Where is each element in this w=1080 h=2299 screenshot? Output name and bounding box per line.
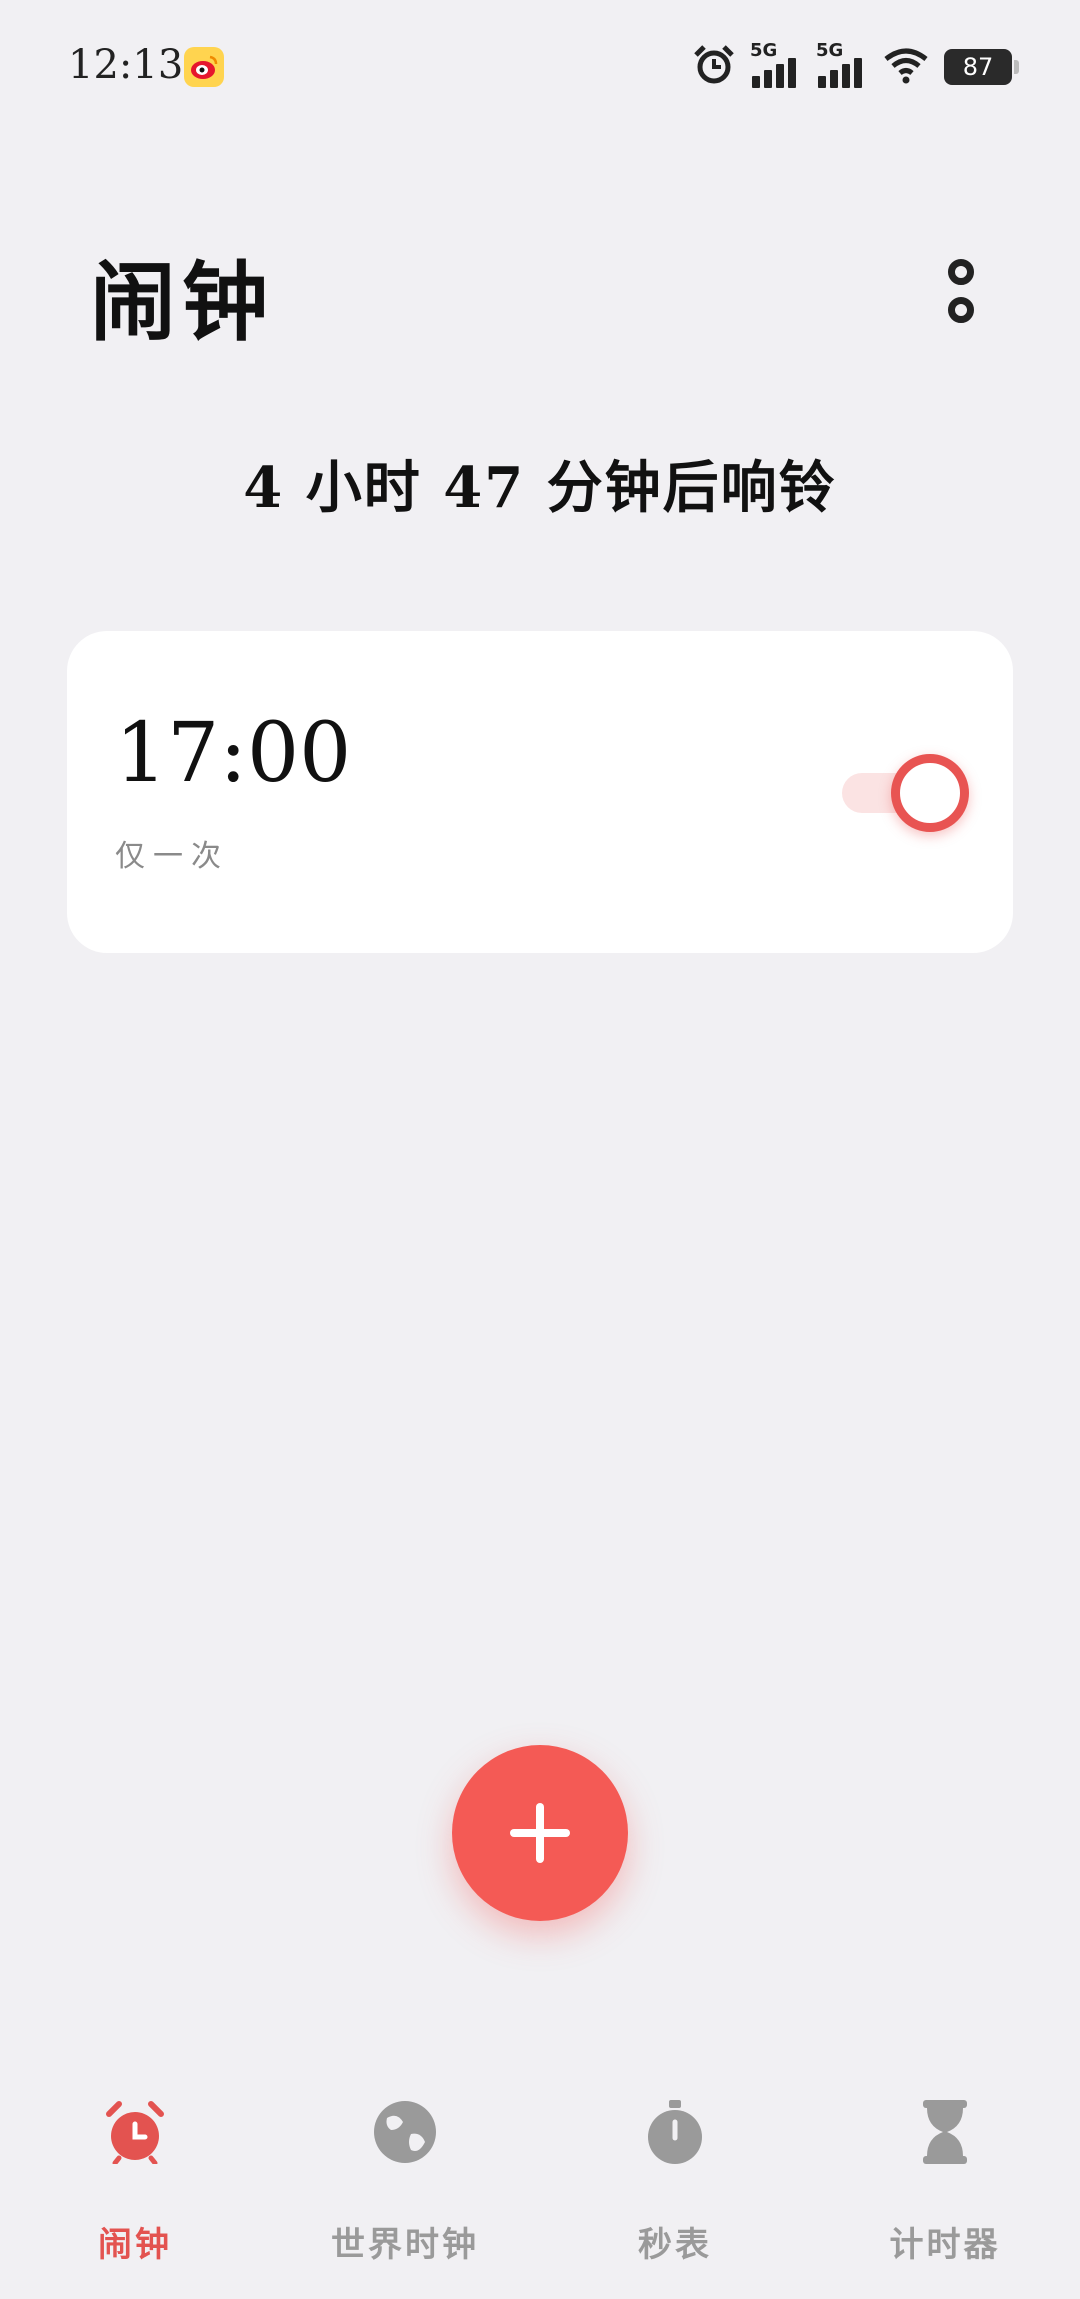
cellular-signal-1-icon: 5G [750, 40, 802, 90]
wifi-icon [882, 45, 930, 89]
bottom-navigation: 闹钟 世界时钟 秒表 计时器 [0, 2080, 1080, 2299]
alarm-enable-toggle[interactable] [842, 751, 972, 832]
alarm-clock-icon [103, 2100, 167, 2166]
nav-tab-world-clock[interactable]: 世界时钟 [295, 2100, 515, 2270]
globe-icon [373, 2100, 437, 2164]
nav-label-alarm: 闹钟 [98, 2225, 172, 2265]
nav-label-world-clock: 世界时钟 [331, 2225, 479, 2265]
toggle-knob [891, 754, 969, 832]
nav-tab-alarm[interactable]: 闹钟 [25, 2100, 245, 2270]
status-icons: 5G 5G 87 [692, 40, 1019, 92]
more-options-button[interactable] [940, 255, 982, 331]
status-bar: 12:13 5G 5G 87 [0, 0, 1080, 135]
nav-tab-stopwatch[interactable]: 秒表 [565, 2100, 785, 2270]
alarm-item[interactable]: 17:00 仅一次 [67, 631, 1013, 953]
hourglass-icon [913, 2100, 977, 2164]
alarm-repeat-label: 仅一次 [115, 839, 229, 874]
page-title: 闹钟 [90, 252, 274, 353]
clock-app-screen: 12:13 5G 5G 87 闹钟 4 小时 47 分钟后响铃 17:00 仅一… [0, 0, 1080, 2299]
status-time: 12:13 [68, 42, 184, 88]
battery-indicator: 87 [944, 49, 1019, 85]
alarm-time: 17:00 [115, 706, 352, 801]
add-alarm-button[interactable] [452, 1745, 628, 1921]
nav-label-timer: 计时器 [889, 2225, 1001, 2265]
signal-1-network-label: 5G [750, 40, 778, 61]
alarm-clock-icon [692, 43, 736, 91]
cellular-signal-2-icon: 5G [816, 40, 868, 90]
signal-2-network-label: 5G [816, 40, 844, 61]
stopwatch-icon [643, 2100, 707, 2164]
nav-tab-timer[interactable]: 计时器 [835, 2100, 1055, 2270]
weibo-icon [184, 47, 224, 87]
nav-label-stopwatch: 秒表 [638, 2225, 712, 2265]
next-alarm-countdown: 4 小时 47 分钟后响铃 [243, 455, 837, 521]
